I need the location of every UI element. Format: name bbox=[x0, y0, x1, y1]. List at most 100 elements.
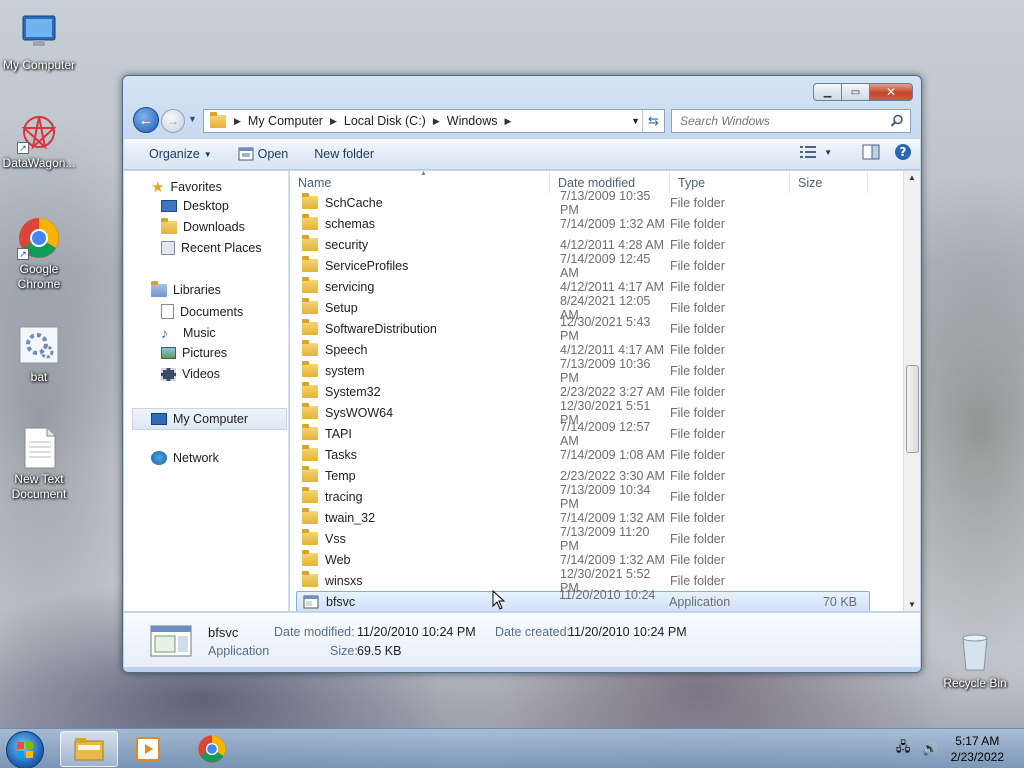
desktop-icon-label: My Computer bbox=[2, 58, 76, 72]
chevron-down-icon: ▼ bbox=[188, 114, 197, 124]
nav-pictures[interactable]: Pictures bbox=[161, 346, 227, 360]
file-row[interactable]: bfsvc 11/20/2010 10:24 ... Application 70 K… bbox=[296, 588, 870, 611]
desktop-icon-recycle-bin[interactable]: Recycle Bin bbox=[937, 630, 1013, 691]
search-icon[interactable] bbox=[890, 114, 904, 128]
file-row[interactable]: system 7/13/2009 10:36 PM File folder bbox=[298, 357, 878, 385]
organize-button[interactable]: Organize ▼ bbox=[136, 141, 225, 167]
file-name-cell: TAPI bbox=[298, 424, 550, 441]
column-header-name[interactable]: Name ▲ bbox=[290, 171, 550, 193]
breadcrumb-separator-icon[interactable]: ▶ bbox=[431, 116, 442, 127]
recycle-bin-icon bbox=[953, 630, 997, 674]
taskbar-explorer-button[interactable] bbox=[60, 731, 118, 767]
chevron-down-icon: ▼ bbox=[824, 147, 832, 157]
file-row[interactable]: SchCache 7/13/2009 10:35 PM File folder bbox=[298, 189, 878, 217]
vertical-scrollbar[interactable]: ▲ ▼ bbox=[903, 171, 920, 611]
desktop-icon-new-text-document[interactable]: New Text Document bbox=[1, 426, 77, 502]
nav-desktop[interactable]: Desktop bbox=[161, 199, 229, 213]
nav-downloads[interactable]: Downloads bbox=[161, 217, 245, 234]
scroll-down-icon[interactable]: ▼ bbox=[908, 600, 916, 609]
file-name-cell: ServiceProfiles bbox=[298, 256, 550, 273]
taskbar-media-player-button[interactable] bbox=[120, 731, 178, 767]
file-type: File folder bbox=[670, 195, 725, 210]
desktop-icon-label: DataWagon... bbox=[2, 156, 76, 170]
preview-pane-icon[interactable] bbox=[862, 144, 880, 160]
file-row[interactable]: ServiceProfiles 7/14/2009 12:45 AM File fo… bbox=[298, 252, 878, 280]
refresh-button[interactable]: ⇆ bbox=[642, 110, 664, 132]
nav-label: Network bbox=[173, 451, 219, 465]
file-name: Setup bbox=[325, 300, 358, 315]
nav-music[interactable]: ♪ Music bbox=[161, 325, 216, 341]
nav-documents[interactable]: Documents bbox=[161, 304, 243, 319]
folder-icon bbox=[302, 403, 318, 419]
file-name-cell: System32 bbox=[298, 382, 550, 399]
nav-videos[interactable]: Videos bbox=[161, 367, 220, 381]
nav-recent-places[interactable]: Recent Places bbox=[161, 241, 262, 255]
search-box[interactable] bbox=[671, 109, 911, 133]
file-date-modified: 4/12/2011 4:28 AM bbox=[560, 237, 665, 252]
file-name: SysWOW64 bbox=[325, 405, 394, 420]
folder-icon bbox=[302, 256, 318, 272]
folder-icon bbox=[302, 235, 318, 251]
back-button[interactable]: ← bbox=[133, 107, 159, 133]
chrome-icon: ↗ bbox=[17, 216, 61, 260]
new-folder-button[interactable]: New folder bbox=[301, 141, 387, 167]
breadcrumb-separator-icon[interactable]: ▶ bbox=[328, 116, 339, 127]
file-row[interactable]: SoftwareDistribution 12/30/2021 5:43 PM Fi… bbox=[298, 315, 878, 343]
shortcut-arrow-icon: ↗ bbox=[17, 142, 29, 154]
file-row[interactable]: schemas 7/14/2009 1:32 AM File folder bbox=[298, 213, 878, 234]
navigation-pane: ★ Favorites Desktop Downloads Recent Pla… bbox=[124, 171, 289, 611]
clock[interactable]: 5:17 AM 2/23/2022 bbox=[951, 733, 1004, 765]
file-name: system bbox=[325, 363, 365, 378]
computer-icon bbox=[151, 413, 167, 425]
scrollbar-thumb[interactable] bbox=[906, 365, 919, 453]
nav-label: Music bbox=[183, 326, 216, 340]
nav-libraries[interactable]: Libraries bbox=[151, 280, 221, 297]
file-type: File folder bbox=[670, 321, 725, 336]
maximize-button[interactable]: ▭ bbox=[841, 83, 869, 101]
open-button[interactable]: Open bbox=[225, 141, 302, 167]
scroll-up-icon[interactable]: ▲ bbox=[908, 173, 916, 182]
breadcrumb-windows[interactable]: Windows bbox=[442, 114, 503, 128]
file-row[interactable]: Tasks 7/14/2009 1:08 AM File folder bbox=[298, 444, 878, 465]
volume-icon[interactable]: 🔊 bbox=[922, 741, 938, 757]
desktop-icon-my-computer[interactable]: My Computer bbox=[1, 12, 77, 73]
folder-icon bbox=[302, 298, 318, 314]
address-bar[interactable]: ▶ My Computer ▶ Local Disk (C:) ▶ Window… bbox=[203, 109, 665, 133]
folder-icon bbox=[302, 340, 318, 356]
nav-favorites[interactable]: ★ Favorites bbox=[151, 178, 222, 196]
documents-icon bbox=[161, 304, 174, 319]
desktop-icon-datawagon[interactable]: ↗ DataWagon... bbox=[1, 110, 77, 171]
breadcrumb-separator-icon[interactable]: ▶ bbox=[502, 116, 513, 127]
forward-button[interactable]: → bbox=[161, 109, 185, 133]
file-name: SoftwareDistribution bbox=[325, 321, 437, 336]
breadcrumb-separator-icon[interactable]: ▶ bbox=[226, 116, 243, 127]
start-button[interactable] bbox=[6, 731, 44, 768]
nav-my-computer[interactable]: My Computer bbox=[132, 408, 287, 430]
file-name-cell: servicing bbox=[298, 277, 550, 294]
recent-pages-button[interactable]: ▼ bbox=[188, 114, 197, 124]
search-input[interactable] bbox=[680, 114, 880, 128]
address-history-dropdown[interactable]: ▼ bbox=[631, 116, 640, 126]
minimize-button[interactable]: ▁ bbox=[813, 83, 841, 101]
taskbar-chrome-button[interactable] bbox=[183, 731, 241, 767]
breadcrumb-local-disk[interactable]: Local Disk (C:) bbox=[339, 114, 431, 128]
file-size: 70 KB bbox=[822, 594, 857, 609]
file-date-modified: 12/30/2021 5:43 PM bbox=[560, 314, 651, 343]
change-view-button[interactable]: ▼ bbox=[800, 146, 832, 158]
file-row[interactable]: tracing 7/13/2009 10:34 PM File folder bbox=[298, 483, 878, 511]
file-row[interactable]: Vss 7/13/2009 11:20 PM File folder bbox=[298, 525, 878, 553]
desktop-icon-google-chrome[interactable]: ↗ Google Chrome bbox=[1, 216, 77, 292]
nav-network[interactable]: Network bbox=[151, 451, 219, 465]
file-row[interactable]: TAPI 7/14/2009 12:57 AM File folder bbox=[298, 420, 878, 448]
desktop-icon-bat[interactable]: bat bbox=[1, 324, 77, 385]
network-status-icon[interactable]: 🖧 bbox=[896, 738, 911, 760]
help-icon[interactable]: ? bbox=[894, 143, 912, 161]
column-header-type[interactable]: Type bbox=[670, 171, 790, 193]
folder-icon bbox=[302, 319, 318, 335]
breadcrumb-my-computer[interactable]: My Computer bbox=[243, 114, 328, 128]
file-name: ServiceProfiles bbox=[325, 258, 409, 273]
close-button[interactable]: ✕ bbox=[869, 83, 913, 101]
column-header-size[interactable]: Size bbox=[790, 171, 868, 193]
computer-icon bbox=[17, 12, 61, 56]
clock-time: 5:17 AM bbox=[955, 734, 1000, 748]
